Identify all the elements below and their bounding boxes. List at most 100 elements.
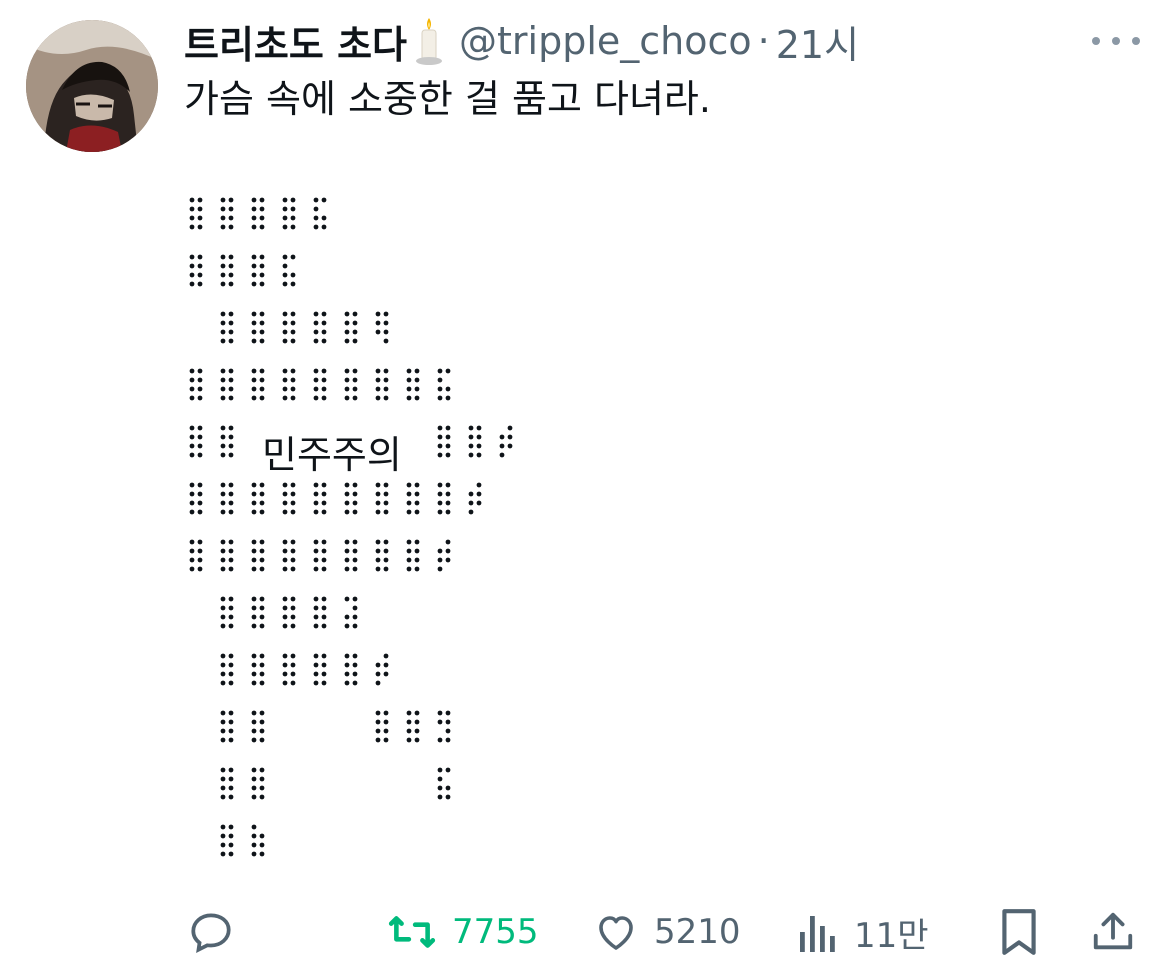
braille-dot bbox=[437, 482, 443, 488]
braille-dot bbox=[352, 662, 358, 668]
braille-dot bbox=[228, 224, 234, 230]
candle-icon bbox=[413, 16, 445, 66]
braille-dot bbox=[220, 443, 226, 449]
braille-dot bbox=[251, 614, 257, 620]
braille-dot bbox=[476, 425, 482, 431]
braille-dot bbox=[290, 614, 296, 620]
braille-dot bbox=[445, 500, 451, 506]
reply-button[interactable] bbox=[186, 900, 236, 964]
user-handle[interactable]: @tripple_choco bbox=[459, 19, 752, 63]
braille-dot bbox=[313, 377, 319, 383]
bookmark-button[interactable] bbox=[998, 900, 1040, 964]
braille-dot bbox=[414, 395, 420, 401]
braille-dot bbox=[445, 728, 451, 734]
braille-dot bbox=[313, 482, 319, 488]
art-label: 민주주의 bbox=[258, 424, 406, 479]
braille-dot bbox=[406, 737, 412, 743]
retweet-button[interactable]: 7755 bbox=[386, 900, 539, 964]
braille-dot bbox=[383, 539, 389, 545]
like-button[interactable]: 5210 bbox=[592, 900, 741, 964]
braille-dot bbox=[313, 614, 319, 620]
more-options-icon[interactable] bbox=[1092, 30, 1140, 52]
braille-dot bbox=[321, 557, 327, 563]
braille-dot bbox=[383, 500, 389, 506]
braille-dot bbox=[499, 443, 505, 449]
braille-dot bbox=[189, 434, 195, 440]
braille-dot bbox=[282, 215, 288, 221]
braille-dot bbox=[468, 434, 474, 440]
braille-dot bbox=[352, 623, 358, 629]
braille-dot bbox=[383, 557, 389, 563]
braille-dot bbox=[259, 311, 265, 317]
braille-dot bbox=[259, 500, 265, 506]
braille-dot bbox=[352, 329, 358, 335]
braille-dot bbox=[282, 482, 288, 488]
braille-dot bbox=[321, 614, 327, 620]
braille-dot bbox=[251, 329, 257, 335]
braille-dot bbox=[375, 710, 381, 716]
braille-dot bbox=[290, 281, 296, 287]
braille-dot bbox=[220, 719, 226, 725]
braille-dot bbox=[437, 452, 443, 458]
braille-dot bbox=[344, 338, 350, 344]
braille-dot bbox=[197, 281, 203, 287]
braille-dot bbox=[259, 566, 265, 572]
braille-dot bbox=[445, 482, 451, 488]
braille-dot bbox=[321, 548, 327, 554]
braille-dot bbox=[220, 206, 226, 212]
braille-dot bbox=[375, 395, 381, 401]
braille-dot bbox=[189, 557, 195, 563]
braille-dot bbox=[251, 197, 257, 203]
braille-dot bbox=[251, 368, 257, 374]
braille-dot bbox=[375, 482, 381, 488]
braille-dot bbox=[282, 491, 288, 497]
braille-dot bbox=[313, 662, 319, 668]
braille-dot bbox=[344, 671, 350, 677]
braille-dot bbox=[197, 197, 203, 203]
braille-dot bbox=[321, 623, 327, 629]
braille-dot bbox=[414, 710, 420, 716]
braille-dot bbox=[383, 491, 389, 497]
braille-dot bbox=[259, 710, 265, 716]
braille-dot bbox=[437, 425, 443, 431]
braille-dot bbox=[251, 320, 257, 326]
braille-dot bbox=[375, 539, 381, 545]
braille-dot bbox=[220, 833, 226, 839]
braille-dot bbox=[321, 329, 327, 335]
braille-dot bbox=[197, 386, 203, 392]
braille-dot bbox=[189, 377, 195, 383]
braille-dot bbox=[251, 548, 257, 554]
braille-dot bbox=[197, 482, 203, 488]
braille-dot bbox=[282, 539, 288, 545]
braille-dot bbox=[352, 320, 358, 326]
braille-dot bbox=[251, 206, 257, 212]
braille-dot bbox=[445, 386, 451, 392]
timestamp[interactable]: 21시 bbox=[776, 14, 859, 69]
braille-dot bbox=[220, 680, 226, 686]
braille-dot bbox=[228, 710, 234, 716]
braille-dot bbox=[344, 539, 350, 545]
braille-dot bbox=[228, 206, 234, 212]
braille-dot bbox=[251, 539, 257, 545]
action-bar: 7755 5210 11만 bbox=[0, 900, 1170, 964]
braille-dot bbox=[220, 767, 226, 773]
braille-dot bbox=[406, 395, 412, 401]
avatar[interactable] bbox=[26, 20, 158, 152]
braille-dot bbox=[383, 728, 389, 734]
braille-dot bbox=[251, 311, 257, 317]
braille-dot bbox=[313, 215, 319, 221]
braille-dot bbox=[282, 197, 288, 203]
braille-dot bbox=[383, 386, 389, 392]
views-button[interactable]: 11만 bbox=[796, 900, 929, 964]
braille-dot bbox=[321, 368, 327, 374]
braille-dot bbox=[282, 263, 288, 269]
braille-dot bbox=[290, 329, 296, 335]
braille-dot bbox=[220, 425, 226, 431]
display-name[interactable]: 트리초도 초다 bbox=[184, 14, 407, 69]
braille-dot bbox=[383, 737, 389, 743]
braille-dot bbox=[228, 500, 234, 506]
braille-dot bbox=[282, 224, 288, 230]
share-button[interactable] bbox=[1090, 900, 1136, 964]
braille-dot bbox=[197, 206, 203, 212]
braille-dot bbox=[251, 509, 257, 515]
